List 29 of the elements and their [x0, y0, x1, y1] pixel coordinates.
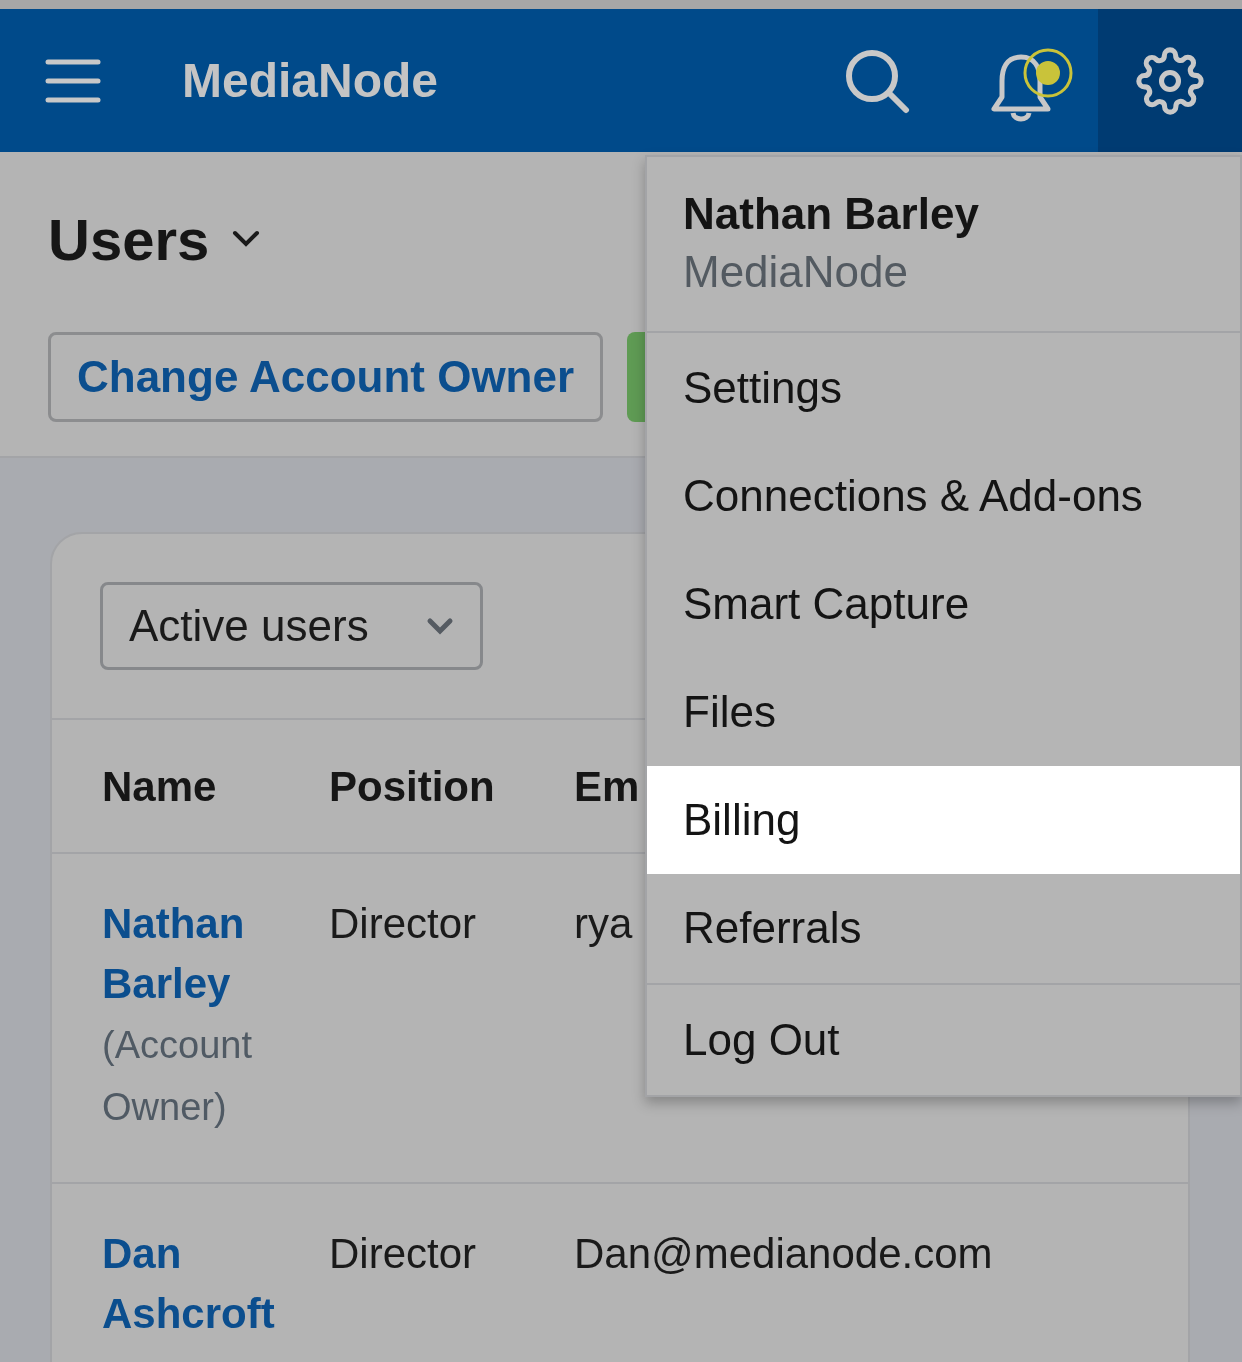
chevron-down-icon[interactable]: [231, 229, 262, 249]
owner-note: (Account Owner): [102, 1023, 253, 1130]
search-icon[interactable]: [844, 47, 910, 114]
table-cell: rya: [574, 900, 633, 947]
page-title: Users: [48, 205, 210, 274]
table-cell: Dan@medianode.com: [574, 1230, 993, 1277]
menu-item[interactable]: Settings: [647, 334, 1240, 442]
menu-icon[interactable]: [45, 58, 101, 103]
user-filter-dropdown[interactable]: Active users: [100, 582, 483, 670]
chevron-down-icon: [426, 617, 454, 635]
table-cell: Director: [329, 900, 477, 947]
menu-user-name: Nathan Barley: [683, 188, 980, 240]
app-title: MediaNode: [182, 52, 439, 109]
table-cell: Director: [329, 1230, 477, 1277]
change-owner-button[interactable]: Change Account Owner: [48, 332, 604, 422]
settings-icon: [1136, 46, 1204, 115]
menu-item[interactable]: Files: [647, 658, 1240, 766]
menu-item[interactable]: Log Out: [647, 986, 1240, 1094]
menu-item[interactable]: Referrals: [647, 874, 1240, 982]
user-name-link[interactable]: Nathan Barley: [102, 894, 329, 1014]
column-header: Em: [574, 762, 640, 810]
column-header: Position: [329, 762, 495, 810]
user-name-link[interactable]: Dan Ashcroft: [102, 1224, 329, 1344]
menu-item[interactable]: Smart Capture: [647, 550, 1240, 658]
menu-org-name: MediaNode: [683, 246, 910, 298]
column-header: Name: [102, 762, 217, 810]
menu-item[interactable]: Billing: [647, 766, 1240, 874]
menu-item[interactable]: Connections & Add-ons: [647, 442, 1240, 550]
settings-button[interactable]: [1098, 9, 1242, 152]
